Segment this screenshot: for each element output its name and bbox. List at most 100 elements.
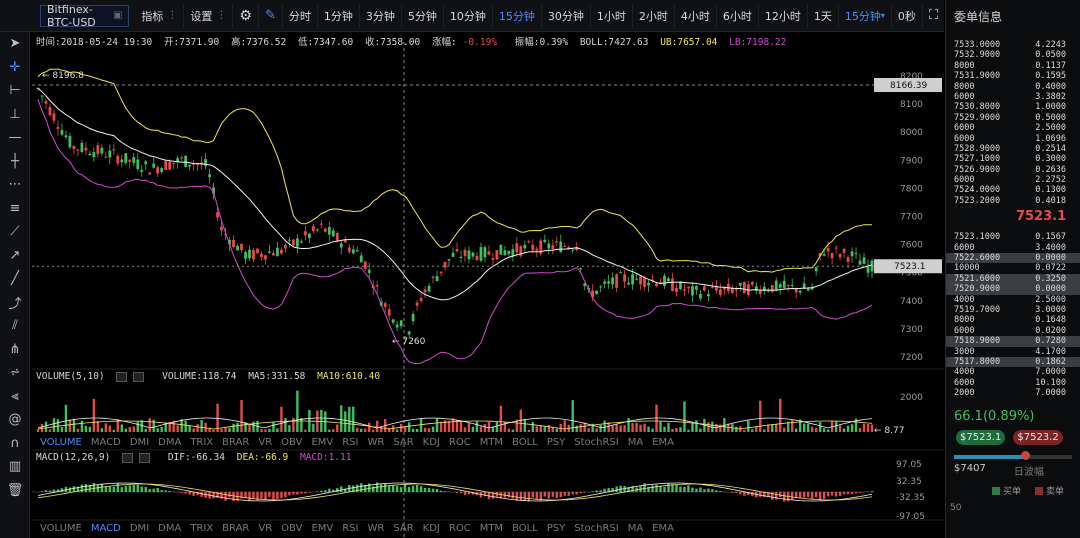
sell-price-chip[interactable]: $7523.2 [1013,429,1063,445]
order-row[interactable]: 6000 2.5000 [946,123,1080,133]
indicator-tab-stochrsi[interactable]: StochRSI [574,437,618,448]
indicator-tab-ma[interactable]: MA [628,437,643,448]
order-row[interactable]: 4000 7.0000 [946,367,1080,377]
order-row[interactable]: 2000 7.0000 [946,388,1080,398]
indicator-tab-wr[interactable]: WR [367,437,384,448]
timeframe-8[interactable]: 2小时 [633,3,675,28]
indicator-tab-boll[interactable]: BOLL [512,523,538,534]
ray-tool[interactable]: ↗ [0,244,30,268]
indicator-tab-roc[interactable]: ROC [449,523,471,534]
indicator-tab-emv[interactable]: EMV [311,437,333,448]
indicator-tab-mtm[interactable]: MTM [480,437,503,448]
hline2-tool[interactable]: — [0,126,30,150]
timeframe-12[interactable]: 1天 [808,3,839,28]
indicator-tab-vr[interactable]: VR [258,523,272,534]
indicator-tab-sar[interactable]: SAR [393,437,413,448]
indicator-tab-rsi[interactable]: RSI [342,523,358,534]
timeframe-1[interactable]: 1分钟 [318,3,360,28]
fib-tool[interactable]: ⩫ [0,361,30,385]
order-row[interactable]: 4000 2.5000 [946,295,1080,305]
indicator-tab-ema[interactable]: EMA [652,523,674,534]
order-row[interactable]: 7517.8000 0.1862 [946,356,1080,368]
timeframe-5[interactable]: 15分钟 [493,3,542,28]
vline-tool[interactable]: ┼ [0,150,30,174]
hray-tool[interactable]: ⊥ [0,103,30,127]
timeframe-6[interactable]: 30分钟 [542,3,591,28]
order-row[interactable]: 6000 3.3802 [946,92,1080,102]
parallel-tool[interactable]: ≡ [0,197,30,221]
indicator-tab-rsi[interactable]: RSI [342,437,358,448]
measure-tool[interactable]: ▥ [0,455,30,479]
order-row[interactable]: 6000 3.4000 [946,243,1080,253]
order-row[interactable]: 7520.9000 0.0000 [946,284,1080,295]
indicator-tab-ma[interactable]: MA [628,523,643,534]
order-row[interactable]: 8000 0.1648 [946,315,1080,325]
segment-tool[interactable]: ⟋ [0,220,30,244]
indicator-button[interactable]: 指标 ⋮ [135,3,185,28]
pitchfork-tool[interactable]: ⋔ [0,338,30,362]
order-row[interactable]: 8000 0.4000 [946,82,1080,92]
indicator-tab-dmi[interactable]: DMI [130,437,149,448]
indicator-tab-sar[interactable]: SAR [393,523,413,534]
settings-icon[interactable] [122,452,134,463]
timeframe-11[interactable]: 12小时 [759,3,808,28]
indicator-tab-trix[interactable]: TRIX [190,523,213,534]
order-row[interactable]: 7518.9000 0.7280 [946,336,1080,347]
delete-tool[interactable]: 🗑 [0,479,30,503]
order-row[interactable]: 7532.9000 0.0500 [946,50,1080,60]
indicator-tab-psy[interactable]: PSY [547,523,566,534]
order-row[interactable]: 6000 2.2752 [946,175,1080,185]
indicator-tab-macd[interactable]: MACD [91,437,121,448]
order-row[interactable]: 7533.0000 4.2243 [946,40,1080,50]
settings-button[interactable]: 设置 ⋮ [184,3,234,28]
close-icon[interactable] [139,452,151,463]
symbol-selector[interactable]: Bitfinex-BTC-USD ▣ [40,3,130,29]
indicator-tab-macd[interactable]: MACD [91,523,121,534]
indicator-tab-stochrsi[interactable]: StochRSI [574,523,618,534]
order-row[interactable]: 10000 0.0722 [946,263,1080,273]
order-row[interactable]: 6000 1.0696 [946,134,1080,144]
gann-tool[interactable]: ⫷ [0,385,30,409]
order-row[interactable]: 7526.9000 0.2636 [946,165,1080,175]
gear-button[interactable]: ⚙ [233,3,259,28]
buy-price-chip[interactable]: $7523.1 [956,429,1006,445]
crosshair-tool[interactable]: ✛ [0,56,30,80]
order-row[interactable]: 7530.8000 1.0000 [946,102,1080,112]
hline-tool[interactable]: ⊢ [0,79,30,103]
indicator-tab-emv[interactable]: EMV [311,523,333,534]
price-line-tool[interactable]: ⋯ [0,173,30,197]
indicator-tab-dmi[interactable]: DMI [130,523,149,534]
order-row[interactable]: 7522.6000 0.0000 [946,253,1080,264]
arrow-tool[interactable]: ⤴ [0,291,30,315]
indicator-tab-roc[interactable]: ROC [449,437,471,448]
order-row[interactable]: 7531.9000 0.1595 [946,71,1080,81]
indicator-tab-kdj[interactable]: KDJ [423,437,440,448]
order-row[interactable]: 3000 4.1700 [946,347,1080,357]
order-row[interactable]: 6000 10.100 [946,378,1080,388]
order-row[interactable]: 7528.9000 0.2514 [946,144,1080,154]
indicator-tab-psy[interactable]: PSY [547,437,566,448]
indicator-tab-dma[interactable]: DMA [158,523,181,534]
indicator-tab-brar[interactable]: BRAR [222,437,249,448]
indicator-tab-kdj[interactable]: KDJ [423,523,440,534]
settings-icon[interactable] [116,371,128,382]
indicator-tab-trix[interactable]: TRIX [190,437,213,448]
order-row[interactable]: 7529.9000 0.5000 [946,113,1080,123]
spiral-tool[interactable]: @ [0,408,30,432]
indicator-tab-wr[interactable]: WR [367,523,384,534]
timeframe-2[interactable]: 3分钟 [360,3,402,28]
channel-tool[interactable]: ⫽ [0,314,30,338]
timeframe-10[interactable]: 6小时 [717,3,759,28]
order-row[interactable]: 7523.1000 0.1567 [946,232,1080,242]
timeframe-3[interactable]: 5分钟 [402,3,444,28]
order-row[interactable]: 7524.0000 0.1300 [946,185,1080,195]
order-row[interactable]: 7519.7000 3.0000 [946,305,1080,315]
indicator-tab-brar[interactable]: BRAR [222,523,249,534]
line-tool[interactable]: ╱ [0,267,30,291]
timeframe-13[interactable]: 15分钟 ▾ [839,3,892,28]
timeframe-9[interactable]: 4小时 [675,3,717,28]
indicator-tab-vr[interactable]: VR [258,437,272,448]
indicator-tab-boll[interactable]: BOLL [512,437,538,448]
indicator-tab-dma[interactable]: DMA [158,437,181,448]
timeframe-7[interactable]: 1小时 [591,3,633,28]
